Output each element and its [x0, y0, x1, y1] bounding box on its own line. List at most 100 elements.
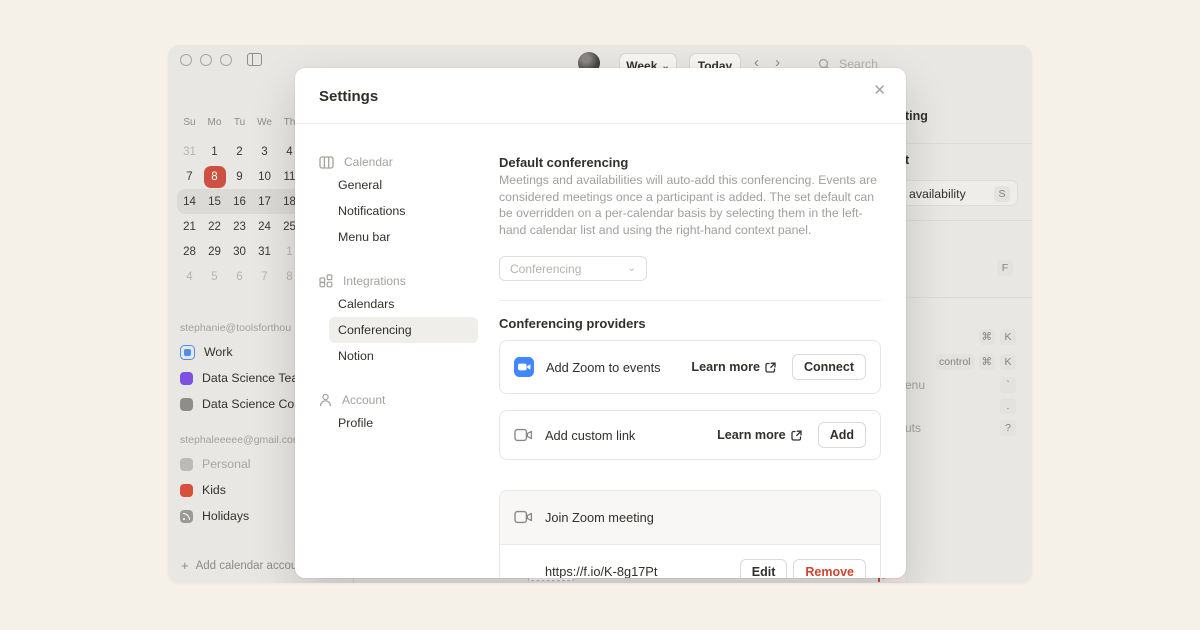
sidebar-item-notion[interactable]: Notion [329, 343, 478, 369]
calendar-color-swatch [180, 345, 195, 360]
calendar-day[interactable]: 31 [177, 139, 202, 164]
day-header: Tu [227, 117, 252, 128]
key-badge-s: S [994, 186, 1010, 202]
conferencing-select[interactable]: Conferencing ⌄ [499, 256, 647, 281]
shortcut-row: control ⌘K [905, 354, 1016, 370]
calendar-day[interactable]: 7 [177, 164, 202, 189]
calendar-icon [319, 156, 334, 169]
calendar-day[interactable]: 24 [252, 214, 277, 239]
shortcut-row: ⌘K [905, 329, 1016, 345]
calendar-day[interactable]: 6 [227, 264, 252, 289]
key-badge: ⌘ [979, 354, 996, 370]
add-calendar-account-label: Add calendar account [196, 560, 307, 572]
calendar-day[interactable]: 16 [227, 189, 252, 214]
calendar-day[interactable]: 30 [227, 239, 252, 264]
window-controls [180, 53, 262, 66]
modal-title: Settings [319, 88, 378, 105]
desktop-background: SuMoTuWeTh 31123478910111415161718212223… [0, 0, 1200, 630]
calendar-name: Personal [202, 457, 251, 471]
provider-card-custom-link: Add custom link Learn more Add [499, 410, 881, 460]
custom-link-card-header: Join Zoom meeting [500, 491, 880, 544]
day-header: Mo [202, 117, 227, 128]
key-badge-f: F [997, 260, 1013, 276]
key-badge: K [1000, 354, 1016, 370]
providers-title: Conferencing providers [499, 316, 646, 331]
chevron-down-icon: ⌄ [628, 263, 636, 274]
key-badge: . [1000, 398, 1016, 414]
calendar-day-today[interactable]: 8 [204, 166, 226, 188]
section-label-integrations: Integrations [319, 271, 485, 291]
sidebar-toggle-icon[interactable] [247, 53, 262, 66]
calendar-day[interactable]: 2 [227, 139, 252, 164]
shortcut-row: uts? [905, 420, 1016, 436]
calendar-color-swatch [180, 398, 193, 411]
traffic-light-minimize-icon[interactable] [200, 54, 212, 66]
custom-link-title: Join Zoom meeting [545, 510, 654, 525]
custom-link-row: https://f.io/K-8g17Pt Edit Remove [500, 544, 880, 578]
calendar-day[interactable]: 21 [177, 214, 202, 239]
settings-modal: Settings ✕ Calendar General Notificati [295, 68, 906, 578]
calendar-day[interactable]: 3 [252, 139, 277, 164]
conferencing-select-value: Conferencing [510, 262, 581, 276]
add-button[interactable]: Add [818, 422, 866, 448]
key-badge: ? [1000, 420, 1016, 436]
settings-content: Default conferencing Meetings and availa… [499, 68, 881, 578]
sidebar-item-profile[interactable]: Profile [329, 410, 478, 436]
mini-calendar-day-headers: SuMoTuWeTh [177, 117, 302, 128]
calendar-day[interactable]: 10 [252, 164, 277, 189]
calendar-day[interactable]: 23 [227, 214, 252, 239]
external-link-icon [791, 430, 802, 441]
zoom-icon [514, 357, 534, 377]
calendar-day[interactable]: 28 [177, 239, 202, 264]
account-icon [319, 393, 332, 407]
plus-icon: + [181, 559, 189, 572]
calendar-day[interactable]: 9 [227, 164, 252, 189]
learn-more-link[interactable]: Learn more [717, 428, 802, 442]
right-panel-heading-fragment: ting [905, 109, 928, 123]
calendar-day[interactable]: 1 [202, 139, 227, 164]
calendar-app-window: SuMoTuWeTh 31123478910111415161718212223… [168, 45, 1032, 583]
calendar-color-swatch [180, 372, 193, 385]
calendar-day[interactable]: 17 [252, 189, 277, 214]
add-calendar-account-button[interactable]: + Add calendar account [181, 559, 307, 572]
sidebar-item-menu-bar[interactable]: Menu bar [329, 224, 478, 250]
calendar-day[interactable]: 15 [202, 189, 227, 214]
provider-name: Add custom link [545, 428, 635, 443]
calendar-day[interactable]: 29 [202, 239, 227, 264]
shortcut-row: enu` [905, 377, 1016, 393]
calendar-name: Data Science Core [202, 397, 305, 411]
key-badge: ⌘ [979, 329, 996, 345]
sidebar-section-calendar: Calendar General Notifications Menu bar [319, 152, 485, 250]
calendar-color-swatch [180, 458, 193, 471]
calendar-day[interactable]: 14 [177, 189, 202, 214]
sidebar-item-general[interactable]: General [329, 172, 478, 198]
remove-button[interactable]: Remove [793, 559, 866, 578]
availability-label-fragment: availability [909, 187, 966, 201]
traffic-light-close-icon[interactable] [180, 54, 192, 66]
calendar-day[interactable]: 4 [177, 264, 202, 289]
settings-sidebar: Calendar General Notifications Menu bar [319, 152, 485, 457]
key-badge: ` [1000, 377, 1016, 393]
day-header: Su [177, 117, 202, 128]
default-conferencing-title: Default conferencing [499, 155, 628, 170]
sidebar-item-conferencing[interactable]: Conferencing [329, 317, 478, 343]
calendar-name: Kids [202, 483, 226, 497]
sidebar-section-integrations: Integrations Calendars Conferencing Noti… [319, 271, 485, 369]
connect-button[interactable]: Connect [792, 354, 866, 380]
section-label-calendar: Calendar [319, 152, 485, 172]
calendar-day[interactable]: 22 [202, 214, 227, 239]
calendar-day[interactable]: 7 [252, 264, 277, 289]
shortcut-row: . [905, 398, 1016, 414]
sidebar-item-notifications[interactable]: Notifications [329, 198, 478, 224]
sidebar-item-calendars[interactable]: Calendars [329, 291, 478, 317]
edit-button[interactable]: Edit [740, 559, 788, 578]
integrations-icon [319, 274, 333, 288]
traffic-light-zoom-icon[interactable] [220, 54, 232, 66]
key-badge: control [936, 354, 974, 370]
shortcut-label-fragment: uts [905, 421, 921, 435]
learn-more-link[interactable]: Learn more [691, 360, 776, 374]
custom-link-card: Join Zoom meeting https://f.io/K-8g17Pt … [499, 490, 881, 578]
day-header: We [252, 117, 277, 128]
calendar-day[interactable]: 31 [252, 239, 277, 264]
calendar-day[interactable]: 5 [202, 264, 227, 289]
